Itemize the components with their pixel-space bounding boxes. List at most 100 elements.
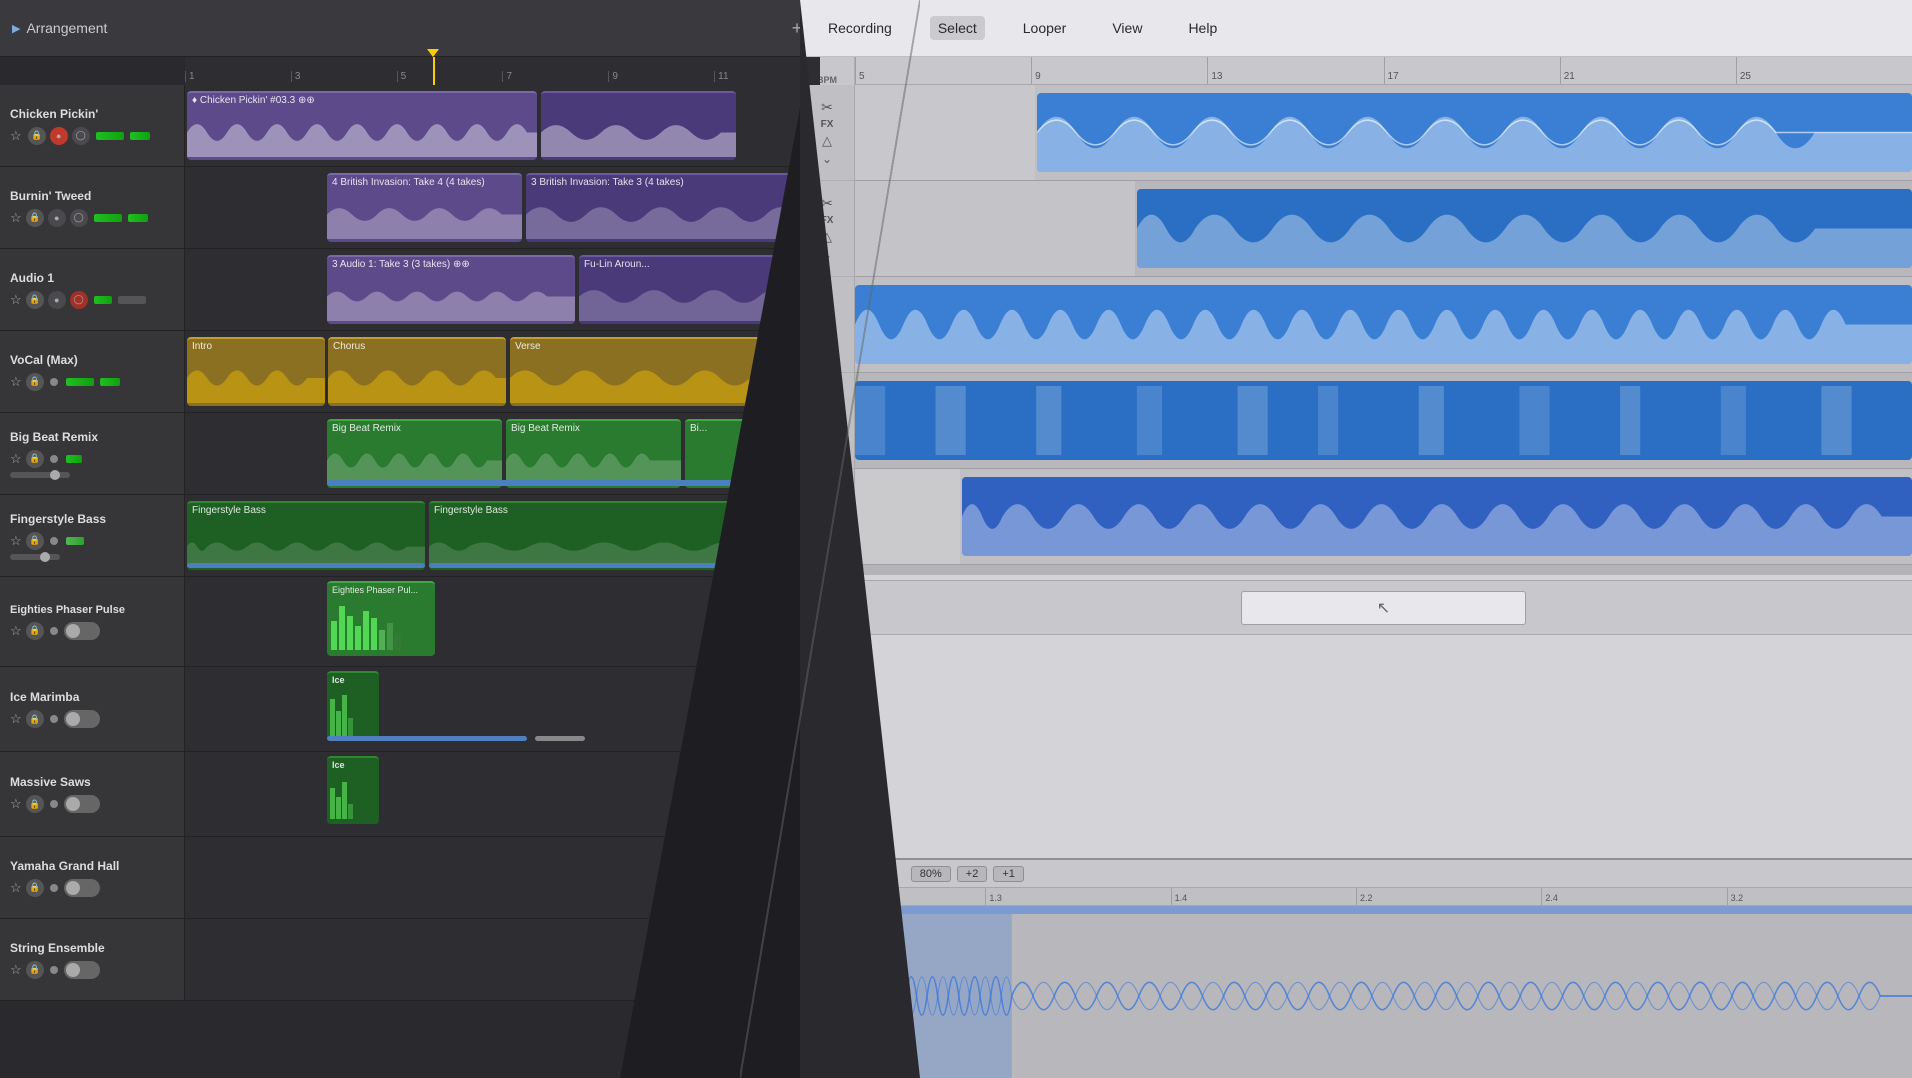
headphone-icon[interactable]: ☆ bbox=[10, 128, 22, 144]
timeline-header: 5 9 13 17 21 25 bbox=[855, 57, 1912, 85]
fx-button-2[interactable]: FX bbox=[821, 311, 834, 322]
region-label-audio1-1: 3 Audio 1: Take 3 (3 takes) ⊕⊕ bbox=[327, 257, 575, 272]
region-bass-1[interactable]: Fingerstyle Bass bbox=[187, 501, 425, 570]
chevron-icon-3[interactable]: ⌄ bbox=[822, 440, 832, 454]
scissors-icon-3[interactable]: ✂ bbox=[821, 387, 833, 404]
mute-button-2[interactable]: ◯ bbox=[70, 291, 88, 309]
volume-bar-4 bbox=[327, 480, 820, 486]
lock-button-4[interactable]: 🔒 bbox=[26, 450, 44, 468]
toggle-7[interactable] bbox=[64, 710, 100, 728]
menu-looper[interactable]: Looper bbox=[1015, 16, 1075, 40]
status-dot-6 bbox=[50, 627, 58, 635]
lock-button-8[interactable]: 🔒 bbox=[26, 795, 44, 813]
menu-help[interactable]: Help bbox=[1180, 16, 1225, 40]
right-waveform-0[interactable] bbox=[1037, 93, 1912, 172]
lock-button-6[interactable]: 🔒 bbox=[26, 622, 44, 640]
fader-4[interactable] bbox=[10, 472, 70, 478]
fx-button-0[interactable]: FX bbox=[821, 119, 834, 130]
region-bigbeat-1[interactable]: Big Beat Remix bbox=[327, 419, 502, 488]
headphone-ctrl-icon-0[interactable]: △ bbox=[822, 133, 832, 149]
right-waveform-4[interactable] bbox=[962, 477, 1912, 556]
headphone-icon-6[interactable]: ☆ bbox=[10, 623, 22, 639]
sample-ctrl-80[interactable]: 80% bbox=[911, 866, 951, 882]
headphone-icon-4[interactable]: ☆ bbox=[10, 451, 22, 467]
region-burnin-2[interactable]: 3 British Invasion: Take 3 (4 takes) bbox=[526, 173, 820, 242]
mute-button-0[interactable]: ◯ bbox=[72, 127, 90, 145]
headphone-icon-1[interactable]: ☆ bbox=[10, 210, 22, 226]
menu-view[interactable]: View bbox=[1104, 16, 1150, 40]
scissors-icon-4[interactable]: ✂ bbox=[821, 483, 833, 500]
sample-waveform-area[interactable] bbox=[800, 914, 1912, 1078]
fx-button-4[interactable]: FX bbox=[821, 503, 834, 514]
toggle-9[interactable] bbox=[64, 879, 100, 897]
right-waveform-3[interactable] bbox=[855, 381, 1912, 460]
region-chicken-2[interactable] bbox=[541, 91, 736, 160]
lock-button-2[interactable]: 🔒 bbox=[26, 291, 44, 309]
headphone-icon-3[interactable]: ☆ bbox=[10, 374, 22, 390]
lock-button-5[interactable]: 🔒 bbox=[26, 532, 44, 550]
region-vocal-chorus[interactable]: Chorus bbox=[328, 337, 506, 406]
sample-ctrl-plus2[interactable]: +2 bbox=[957, 866, 988, 882]
toggle-10[interactable] bbox=[64, 961, 100, 979]
track-controls-marimba: ☆ 🔒 bbox=[10, 710, 174, 728]
region-vocal-verse[interactable]: Verse bbox=[510, 337, 820, 406]
headphone-icon-9[interactable]: ☆ bbox=[10, 880, 22, 896]
toggle-8[interactable] bbox=[64, 795, 100, 813]
record-button-1[interactable]: ● bbox=[48, 209, 66, 227]
right-tracks-area bbox=[855, 85, 1912, 575]
scissors-icon-2[interactable]: ✂ bbox=[821, 291, 833, 308]
headphone-icon-5[interactable]: ☆ bbox=[10, 533, 22, 549]
region-audio1-2[interactable]: Fu-Lin Aroun... bbox=[579, 255, 820, 324]
region-chicken-1[interactable]: ♦ Chicken Pickin' #03.3 ⊕⊕ bbox=[187, 91, 537, 160]
scissors-icon-1[interactable]: ✂ bbox=[821, 195, 833, 212]
headphone-icon-2[interactable]: ☆ bbox=[10, 292, 22, 308]
record-button-0[interactable]: ● bbox=[50, 127, 68, 145]
region-phaser-1[interactable]: Eighties Phaser Pul... bbox=[327, 581, 435, 656]
headphone-ctrl-icon-1[interactable]: △ bbox=[822, 229, 832, 245]
headphone-ctrl-icon-4[interactable]: △ bbox=[822, 517, 832, 533]
sample-ctrl-plus1[interactable]: +1 bbox=[993, 866, 1024, 882]
waveform-svg-3b bbox=[328, 354, 506, 403]
right-waveform-1[interactable] bbox=[1137, 189, 1912, 268]
fx-button-3[interactable]: FX bbox=[821, 407, 834, 418]
headphone-icon-8[interactable]: ☆ bbox=[10, 796, 22, 812]
chevron-icon-2[interactable]: ⌄ bbox=[822, 344, 832, 358]
region-vocal-intro[interactable]: Intro bbox=[187, 337, 325, 406]
region-marimba-1[interactable]: Ice bbox=[327, 671, 379, 741]
headphone-icon-10[interactable]: ☆ bbox=[10, 962, 22, 978]
headphone-ctrl-icon-3[interactable]: △ bbox=[822, 421, 832, 437]
chevron-icon-1[interactable]: ⌄ bbox=[822, 248, 832, 262]
scroll-thumb[interactable]: ↖ bbox=[1241, 591, 1526, 625]
region-burnin-1[interactable]: 4 British Invasion: Take 4 (4 takes) bbox=[327, 173, 522, 242]
lock-button-10[interactable]: 🔒 bbox=[26, 961, 44, 979]
mute-button-1[interactable]: ◯ bbox=[70, 209, 88, 227]
lock-button-3[interactable]: 🔒 bbox=[26, 373, 44, 391]
lock-button-0[interactable]: 🔒 bbox=[28, 127, 46, 145]
record-button-2[interactable]: ● bbox=[48, 291, 66, 309]
toggle-6[interactable] bbox=[64, 622, 100, 640]
headphone-ctrl-icon-2[interactable]: △ bbox=[822, 325, 832, 341]
scissors-icon-0[interactable]: ✂ bbox=[821, 99, 833, 116]
region-label-chicken-2 bbox=[541, 93, 736, 108]
table-row: Yamaha Grand Hall ☆ 🔒 bbox=[0, 837, 820, 919]
menu-recording[interactable]: Recording bbox=[820, 16, 900, 40]
lock-button-9[interactable]: 🔒 bbox=[26, 879, 44, 897]
playhead[interactable] bbox=[433, 57, 435, 85]
lock-button-7[interactable]: 🔒 bbox=[26, 710, 44, 728]
lock-button-1[interactable]: 🔒 bbox=[26, 209, 44, 227]
region-saws-1[interactable]: Ice bbox=[327, 756, 379, 824]
table-row: Big Beat Remix ☆ 🔒 Big Beat Remix bbox=[0, 413, 820, 495]
regions-chicken: ♦ Chicken Pickin' #03.3 ⊕⊕ bbox=[185, 85, 820, 166]
headphone-icon-7[interactable]: ☆ bbox=[10, 711, 22, 727]
fader-5[interactable] bbox=[10, 554, 60, 560]
chevron-icon-0[interactable]: ⌄ bbox=[822, 152, 832, 166]
chevron-icon-4[interactable]: ⌄ bbox=[822, 536, 832, 550]
track-list: Chicken Pickin' ☆ 🔒 ● ◯ ♦ Chicken Pickin… bbox=[0, 85, 820, 1078]
region-audio1-1[interactable]: 3 Audio 1: Take 3 (3 takes) ⊕⊕ bbox=[327, 255, 575, 324]
fx-button-1[interactable]: FX bbox=[821, 215, 834, 226]
menu-select[interactable]: Select bbox=[930, 16, 985, 40]
vol-bar-marimba bbox=[327, 736, 527, 741]
right-waveform-2[interactable] bbox=[855, 285, 1912, 364]
region-bigbeat-2[interactable]: Big Beat Remix bbox=[506, 419, 681, 488]
region-bass-2[interactable]: Fingerstyle Bass bbox=[429, 501, 820, 570]
